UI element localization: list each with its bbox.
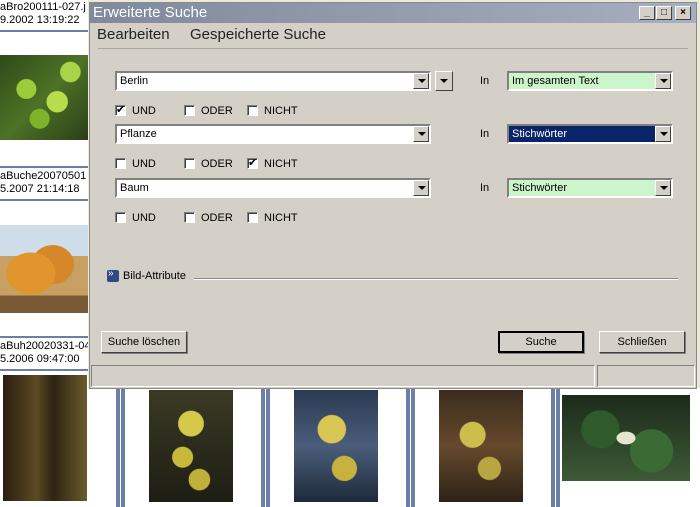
status-bar-panel (597, 365, 695, 387)
search-field-combo-3[interactable]: Stichwörter (507, 178, 673, 198)
gallery-separator (406, 388, 410, 507)
gallery-separator (266, 388, 270, 507)
checkbox-und-label: UND (132, 212, 156, 224)
checkbox-und-label: UND (132, 105, 156, 117)
close-window-button[interactable]: × (675, 6, 691, 20)
search-field-combo-2[interactable]: Stichwörter (507, 124, 673, 144)
checkbox-nicht-label: NICHT (264, 212, 298, 224)
gallery-thumbnail[interactable] (294, 390, 378, 502)
gallery-separator (411, 388, 415, 507)
gallery-separator (261, 388, 265, 507)
minimize-button[interactable]: _ (639, 6, 655, 20)
chevron-down-icon[interactable] (655, 126, 671, 142)
search-term-value: Baum (120, 182, 149, 194)
search-term-value: Berlin (120, 75, 149, 87)
expand-icon[interactable]: » (107, 268, 119, 282)
gallery-item-date: 5.2006 09:47:00 (0, 353, 80, 365)
gallery-item-date: 5.2007 21:14:18 (0, 183, 80, 195)
gallery-separator (0, 336, 88, 338)
in-label: In (480, 75, 490, 87)
section-bild-attribute[interactable]: Bild-Attribute (123, 270, 186, 282)
checkbox-nicht[interactable] (247, 212, 258, 223)
checkbox-und-label: UND (132, 158, 156, 170)
checkbox-nicht-label: NICHT (264, 158, 298, 170)
menu-bar: Bearbeiten Gespeicherte Suche (90, 23, 696, 49)
gallery-separator (121, 388, 125, 507)
in-label: In (480, 182, 490, 194)
dialog-titlebar[interactable]: Erweiterte Suche _ □ × (90, 3, 696, 23)
search-field-value: Im gesamten Text (512, 75, 599, 87)
search-term-combo-1[interactable]: Berlin (115, 71, 431, 91)
gallery-thumbnail[interactable] (149, 390, 233, 502)
gallery-separator (0, 369, 88, 371)
chevron-down-icon[interactable] (655, 180, 671, 196)
dialog-title: Erweiterte Suche (93, 4, 208, 21)
gallery-separator (551, 388, 555, 507)
status-bar-panel (91, 365, 595, 387)
section-divider (194, 278, 678, 280)
menu-edit[interactable]: Bearbeiten (97, 26, 170, 43)
menu-divider (98, 48, 688, 49)
search-field-value: Stichwörter (512, 128, 568, 140)
search-field-combo-1[interactable]: Im gesamten Text (507, 71, 673, 91)
clear-search-button[interactable]: Suche löschen (101, 331, 187, 353)
checkbox-nicht[interactable] (247, 105, 258, 116)
menu-saved-search[interactable]: Gespeicherte Suche (190, 26, 326, 43)
gallery-thumbnail[interactable] (0, 55, 88, 140)
chevron-down-icon[interactable] (413, 180, 429, 196)
gallery-separator (116, 388, 120, 507)
gallery-item-name: aBuche20070501 (0, 170, 87, 182)
gallery-thumbnail[interactable] (439, 390, 523, 502)
checkbox-und[interactable] (115, 103, 126, 116)
gallery-separator (0, 30, 88, 32)
gallery-separator (556, 388, 560, 507)
gallery-thumbnail[interactable] (562, 395, 690, 481)
checkbox-nicht-label: NICHT (264, 105, 298, 117)
chevron-down-icon[interactable] (655, 73, 671, 89)
search-button[interactable]: Suche (498, 331, 584, 353)
search-term-combo-3[interactable]: Baum (115, 178, 431, 198)
gallery-separator (0, 166, 88, 168)
chevron-down-icon[interactable] (413, 126, 429, 142)
checkbox-oder[interactable] (184, 158, 195, 169)
gallery-item-date: 9.2002 13:19:22 (0, 14, 80, 26)
checkbox-oder-label: ODER (201, 212, 233, 224)
gallery-item-name: aBro200111-027.j (0, 1, 86, 13)
checkbox-nicht[interactable] (247, 156, 258, 169)
search-field-value: Stichwörter (512, 182, 568, 194)
maximize-button[interactable]: □ (656, 6, 672, 20)
checkbox-und[interactable] (115, 158, 126, 169)
close-button[interactable]: Schließen (599, 331, 685, 353)
checkbox-oder-label: ODER (201, 105, 233, 117)
gallery-thumbnail[interactable] (3, 375, 87, 501)
in-label: In (480, 128, 490, 140)
gallery-thumbnail[interactable] (0, 225, 88, 313)
chevron-down-icon[interactable] (413, 73, 429, 89)
search-term-value: Pflanze (120, 128, 157, 140)
advanced-search-dialog: Erweiterte Suche _ □ × Bearbeiten Gespei… (89, 2, 697, 389)
gallery-item-name: aBuh20020331-04 (0, 340, 88, 352)
gallery-separator (0, 199, 88, 201)
checkbox-und[interactable] (115, 212, 126, 223)
checkbox-oder[interactable] (184, 212, 195, 223)
term-options-button[interactable] (435, 71, 453, 91)
checkbox-oder-label: ODER (201, 158, 233, 170)
checkbox-oder[interactable] (184, 105, 195, 116)
search-term-combo-2[interactable]: Pflanze (115, 124, 431, 144)
